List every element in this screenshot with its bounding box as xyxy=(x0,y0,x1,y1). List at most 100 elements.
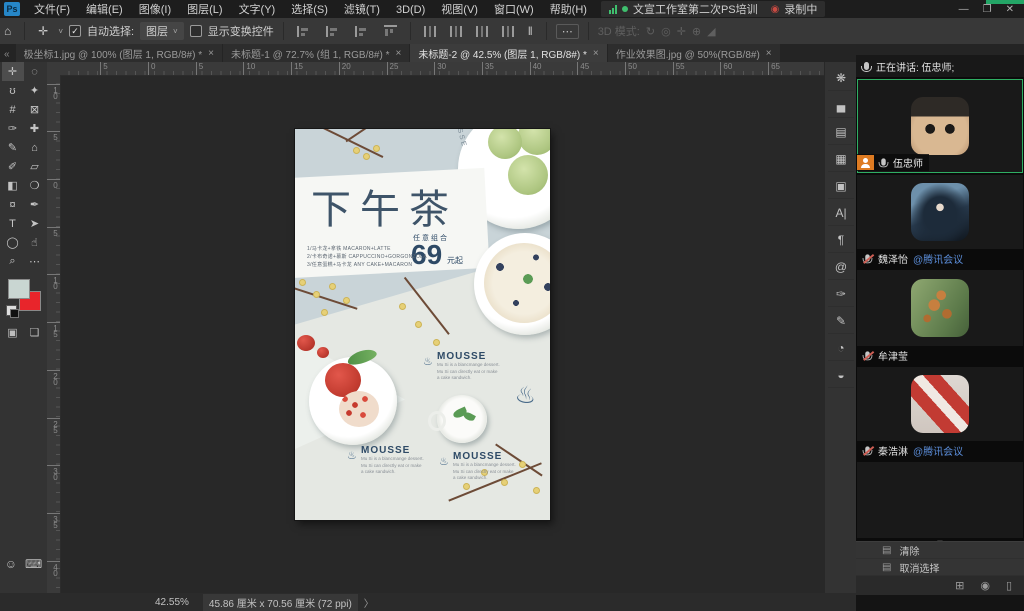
clone-source-panel-icon[interactable]: ◔ xyxy=(828,336,854,361)
meeting-status-pill[interactable]: 文宣工作室第二次PS培训 ◉ 录制中 xyxy=(601,1,825,17)
document-tab[interactable]: 未标题-2 @ 42.5% (图层 1, RGB/8#) *× xyxy=(410,44,606,62)
participant-tile[interactable] xyxy=(857,175,1023,249)
document-tab[interactable]: 极坐标1.jpg @ 100% (图层 1, RGB/8#) *× xyxy=(16,44,222,62)
keyboard-shortcuts-icon[interactable]: ⌨ xyxy=(25,557,42,571)
dodge-tool[interactable]: ¤ xyxy=(2,195,24,214)
screen-mode-button[interactable]: ❏ xyxy=(24,323,46,341)
color-swatches[interactable] xyxy=(6,279,42,313)
glyphs-panel-icon[interactable]: @ xyxy=(828,255,854,280)
meeting-title: 文宣工作室第二次PS培训 xyxy=(633,1,758,17)
3d-panel-icon[interactable]: ▤ xyxy=(828,120,854,145)
tab-close-icon[interactable]: × xyxy=(208,48,214,59)
foreground-color-swatch[interactable] xyxy=(8,279,30,299)
pen-tool[interactable]: ✒ xyxy=(24,195,46,214)
tab-close-icon[interactable]: × xyxy=(593,48,599,59)
gradient-tool[interactable]: ◧ xyxy=(2,176,24,195)
menu-item[interactable]: 图层(L) xyxy=(179,4,230,16)
home-icon[interactable]: ⌂ xyxy=(0,24,15,38)
menu-item[interactable]: 窗口(W) xyxy=(486,4,542,16)
eyedropper-tool[interactable]: ✑ xyxy=(2,119,24,138)
participant-tile[interactable]: 伍忠师 xyxy=(857,79,1023,173)
zoom-tool[interactable]: ⌕ xyxy=(2,252,24,271)
toolbar-collapse-icon[interactable]: « xyxy=(0,49,16,62)
participant-tile[interactable] xyxy=(857,462,1023,538)
participant-tile[interactable] xyxy=(857,270,1023,346)
auto-select-target-dropdown[interactable]: 图层˅ xyxy=(140,22,184,40)
account-smiley-icon[interactable]: ☺ xyxy=(5,557,17,571)
history-row[interactable]: ▤取消选择 xyxy=(856,559,1024,575)
more-options-button[interactable]: ⋯ xyxy=(556,24,579,39)
menu-item[interactable]: 视图(V) xyxy=(433,4,486,16)
poster-document[interactable]: PÂTISSE GALETTE 下午茶 任意组合 69 元起 1/马卡龙+拿铁 … xyxy=(295,129,550,520)
history-row[interactable]: ▤清除 xyxy=(856,542,1024,558)
brush-tool[interactable]: ✎ xyxy=(2,138,24,157)
menu-item[interactable]: 文件(F) xyxy=(26,4,78,16)
quick-mask-button[interactable]: ▣ xyxy=(2,323,24,341)
zoom-level-field[interactable]: 42.55% xyxy=(155,597,189,608)
ruler-number: 20 xyxy=(47,370,60,384)
default-colors-icon[interactable] xyxy=(6,305,17,316)
status-chevron-icon[interactable]: 〉 xyxy=(364,595,374,610)
menu-item[interactable]: 帮助(H) xyxy=(542,4,595,16)
document-tab[interactable]: 未标题-1 @ 72.7% (组 1, RGB/8#) *× xyxy=(223,44,409,62)
histogram-panel-icon[interactable]: ▄ xyxy=(828,93,854,118)
character-panel-icon[interactable]: A| xyxy=(828,201,854,226)
document-tab[interactable]: 作业效果图.jpg @ 50%(RGB/8#)× xyxy=(608,44,780,62)
delete-state-icon[interactable]: ▯ xyxy=(1006,579,1012,592)
tab-close-icon[interactable]: × xyxy=(766,48,772,59)
mode-3d-label: 3D 模式: xyxy=(598,23,640,39)
distribute-left-button[interactable] xyxy=(476,26,488,37)
lasso-tool[interactable]: ʊ xyxy=(2,81,24,100)
new-snapshot-icon[interactable]: ◉ xyxy=(980,579,990,592)
brush-settings-panel-icon[interactable]: ✑ xyxy=(828,282,854,307)
crop-tool[interactable]: # xyxy=(2,100,24,119)
move-tool-icon[interactable]: ✛ xyxy=(34,24,52,38)
menu-item[interactable]: 图像(I) xyxy=(131,4,179,16)
ellipse-tool[interactable]: ◯ xyxy=(2,233,24,252)
avatar xyxy=(911,97,969,155)
align-center-h-button[interactable] xyxy=(326,26,341,37)
menu-item[interactable]: 编辑(E) xyxy=(78,4,131,16)
adjustments-panel-icon[interactable]: ❋ xyxy=(828,66,854,91)
close-button[interactable]: ✕ xyxy=(1006,4,1014,15)
brushes-panel-icon[interactable]: ✎ xyxy=(828,309,854,334)
new-document-from-state-icon[interactable]: ⊞ xyxy=(955,579,964,592)
properties-panel-icon[interactable]: ▣ xyxy=(828,174,854,199)
align-right-button[interactable] xyxy=(355,26,370,37)
menu-item[interactable]: 文字(Y) xyxy=(231,4,284,16)
color-panel-icon[interactable]: ◒ xyxy=(828,363,854,388)
menu-item[interactable]: 选择(S) xyxy=(283,4,336,16)
blur-tool[interactable]: ❍ xyxy=(24,176,46,195)
chevron-down-icon[interactable]: ˅ xyxy=(58,27,63,36)
distribute-center-button[interactable] xyxy=(502,26,514,37)
healing-brush-tool[interactable]: ✚ xyxy=(24,119,46,138)
minimize-button[interactable]: — xyxy=(959,4,969,15)
distribute-v-button[interactable] xyxy=(450,26,462,37)
hand-tool[interactable]: ☝ xyxy=(24,233,46,252)
type-tool[interactable]: T xyxy=(2,214,24,233)
participant-tile[interactable] xyxy=(857,367,1023,441)
frame-tool[interactable]: ⊠ xyxy=(24,100,46,119)
history-brush-tool[interactable]: ✐ xyxy=(2,157,24,176)
paragraph-panel-icon[interactable]: ¶ xyxy=(828,228,854,253)
ruler-number: 0 xyxy=(47,179,60,187)
menu-item[interactable]: 3D(D) xyxy=(388,4,433,16)
align-left-button[interactable] xyxy=(297,26,312,37)
distribute-spacing-icon[interactable]: ‖ xyxy=(524,24,537,38)
auto-select-checkbox[interactable]: ✓ xyxy=(69,25,81,37)
eraser-tool[interactable]: ▱ xyxy=(24,157,46,176)
magic-wand-tool[interactable]: ✦ xyxy=(24,81,46,100)
grid-panel-icon[interactable]: ▦ xyxy=(828,147,854,172)
path-select-tool[interactable]: ➤ xyxy=(24,214,46,233)
show-transform-checkbox[interactable] xyxy=(190,25,202,37)
menu-item[interactable]: 滤镜(T) xyxy=(336,4,388,16)
marquee-tool[interactable]: ◌ xyxy=(24,62,46,81)
edit-toolbar[interactable]: ⋯ xyxy=(24,252,46,271)
canvas-area[interactable]: 505101520253035404550556065 105051015202… xyxy=(47,62,824,593)
move-tool[interactable]: ✛ xyxy=(2,62,24,81)
restore-button[interactable]: ❐ xyxy=(983,4,992,15)
clone-stamp-tool[interactable]: ⌂ xyxy=(24,138,46,157)
distribute-h-button[interactable] xyxy=(424,26,436,37)
align-top-button[interactable] xyxy=(384,25,397,38)
tab-close-icon[interactable]: × xyxy=(395,48,401,59)
